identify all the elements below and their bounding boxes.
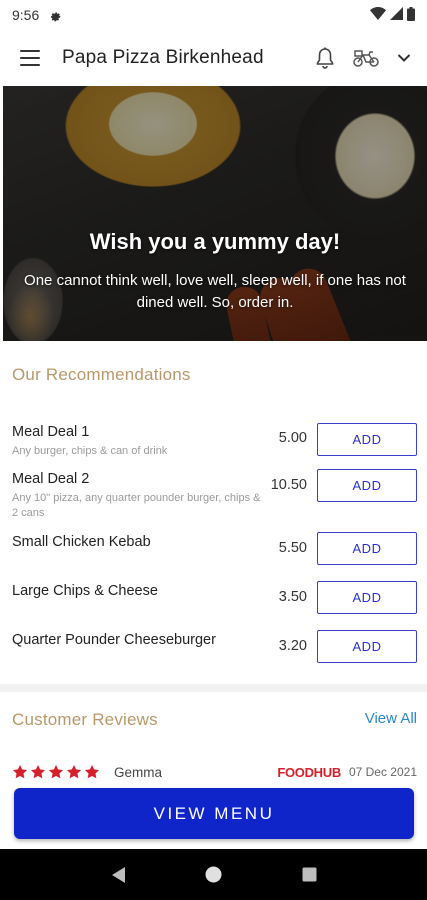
menu-item: Meal Deal 1 Any burger, chips & can of d… xyxy=(0,423,427,464)
signal-icon xyxy=(390,7,403,23)
review-source-logo: FOODHUB xyxy=(277,764,341,780)
chevron-down-icon[interactable] xyxy=(397,53,411,63)
status-time: 9:56 xyxy=(12,7,40,23)
restaurant-title: Papa Pizza Birkenhead xyxy=(62,47,264,68)
system-nav-bar xyxy=(0,849,427,900)
star-icon xyxy=(67,765,81,779)
menu-item: Small Chicken Kebab 5.50 ADD xyxy=(0,532,427,565)
view-all-link[interactable]: View All xyxy=(365,710,417,727)
section-divider xyxy=(0,684,427,692)
view-menu-button[interactable]: VIEW MENU xyxy=(14,788,414,839)
back-icon[interactable] xyxy=(110,866,126,884)
status-bar: 9:56 xyxy=(0,0,427,30)
item-description: Any 10" pizza, any quarter pounder burge… xyxy=(12,492,261,519)
item-price: 3.50 xyxy=(278,589,307,605)
star-icon xyxy=(49,765,63,779)
wifi-icon xyxy=(370,7,386,23)
reviewer-name: Gemma xyxy=(114,764,163,780)
hero-title: Wish you a yummy day! xyxy=(89,229,341,254)
item-price: 5.00 xyxy=(278,430,307,446)
review-item: Gemma FOODHUB 07 Dec 2021 xyxy=(12,762,417,782)
item-price: 3.20 xyxy=(278,638,307,654)
star-icon xyxy=(13,765,27,779)
item-name: Large Chips & Cheese xyxy=(12,583,158,599)
add-button[interactable]: ADD xyxy=(317,581,417,614)
menu-item: Meal Deal 2 Any 10" pizza, any quarter p… xyxy=(0,469,427,521)
item-price: 10.50 xyxy=(270,477,307,493)
item-name: Small Chicken Kebab xyxy=(12,534,151,550)
app-bar: Papa Pizza Birkenhead xyxy=(0,30,427,86)
reviews-title: Customer Reviews xyxy=(12,710,158,729)
rating-stars xyxy=(12,764,100,780)
item-price: 5.50 xyxy=(278,540,307,556)
item-description: Any burger, chips & can of drink xyxy=(12,445,168,457)
item-name: Meal Deal 1 xyxy=(12,424,90,440)
review-date: 07 Dec 2021 xyxy=(348,765,417,779)
menu-item: Large Chips & Cheese 3.50 ADD xyxy=(0,581,427,614)
bell-icon[interactable] xyxy=(315,47,335,69)
hero-banner: Wish you a yummy day! One cannot think w… xyxy=(3,86,427,341)
hero-subtitle: One cannot think well, love well, sleep … xyxy=(24,272,406,311)
delivery-bike-icon[interactable] xyxy=(353,48,379,68)
item-name: Quarter Pounder Cheeseburger xyxy=(12,632,216,648)
menu-item: Quarter Pounder Cheeseburger 3.20 ADD xyxy=(0,630,427,663)
star-icon xyxy=(31,765,45,779)
add-button[interactable]: ADD xyxy=(317,532,417,565)
add-button[interactable]: ADD xyxy=(317,423,417,456)
recommendations-title: Our Recommendations xyxy=(12,365,191,384)
item-name: Meal Deal 2 xyxy=(12,471,90,487)
menu-icon[interactable] xyxy=(20,50,40,66)
add-button[interactable]: ADD xyxy=(317,469,417,502)
recents-icon[interactable] xyxy=(302,867,317,882)
home-icon[interactable] xyxy=(205,866,222,883)
add-button[interactable]: ADD xyxy=(317,630,417,663)
gear-icon xyxy=(49,9,62,22)
battery-icon xyxy=(407,6,415,24)
star-icon xyxy=(85,765,99,779)
